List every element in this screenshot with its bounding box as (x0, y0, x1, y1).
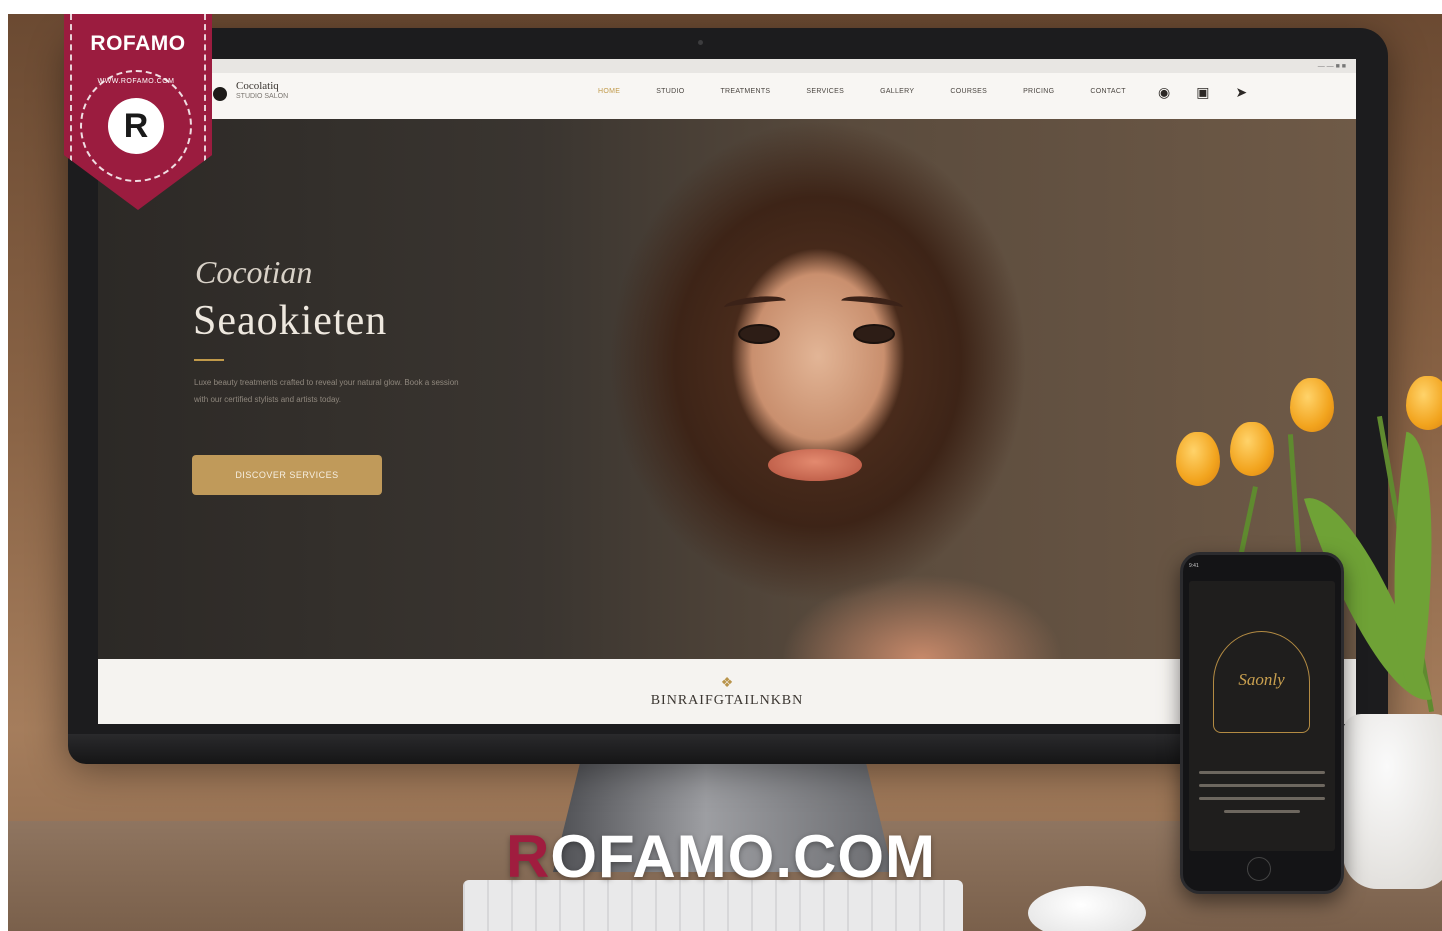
hero-section: Cocotian Seaokieten Luxe beauty treatmen… (98, 119, 1356, 659)
site-logo-icon[interactable] (213, 87, 227, 101)
watermark-text: ROFAMO.COM (0, 822, 1442, 891)
phone-logo-text: Saonly (1238, 670, 1285, 689)
portrait-eye-right (853, 324, 895, 344)
site-logo-subtitle: STUDIO SALON (236, 93, 289, 100)
watermark-r-logo: R (506, 823, 551, 890)
site-nav-menu: HOME STUDIO TREATMENTS SERVICES GALLERY … (598, 88, 1126, 95)
nav-item-courses[interactable]: COURSES (950, 88, 987, 95)
portrait-eye-left (738, 324, 780, 344)
phone-status-bar: 9:41 (1189, 563, 1199, 569)
hero-description: Luxe beauty treatments crafted to reveal… (194, 378, 459, 404)
calendar-icon[interactable]: ▣ (1196, 84, 1209, 101)
footer-brand-text: BINRAIFGTAILNKBN (650, 692, 804, 708)
monitor-camera (698, 40, 703, 45)
site-nav-icons: ◉ ▣ ➤ (1158, 84, 1247, 101)
monitor-screen: ■ ■ ■ — — ■ ■ Cocolatiq STUDIO SALON HOM… (98, 59, 1356, 724)
site-footer-band: ❖ BINRAIFGTAILNKBN (98, 659, 1356, 724)
badge-seal-ring: WWW.ROFAMO.COM R (80, 70, 192, 182)
phone-logo-emblem: Saonly (1213, 631, 1310, 733)
tulip-flower (1230, 422, 1274, 476)
badge-brand-name: ROFAMO (90, 32, 186, 55)
badge-ring-text: WWW.ROFAMO.COM (97, 78, 175, 85)
hero-divider (194, 359, 224, 361)
nav-item-home[interactable]: HOME (598, 88, 620, 95)
nav-item-treatments[interactable]: TREATMENTS (720, 88, 770, 95)
nav-item-studio[interactable]: STUDIO (656, 88, 684, 95)
badge-r-logo-icon: R (108, 98, 164, 154)
browser-bar: ■ ■ ■ — — ■ ■ (98, 59, 1356, 73)
scene-background: ■ ■ ■ — — ■ ■ Cocolatiq STUDIO SALON HOM… (8, 14, 1442, 931)
tulip-flower (1176, 432, 1220, 486)
site-logo-title[interactable]: Cocolatiq (236, 81, 279, 92)
phone-screen: Saonly (1189, 581, 1335, 851)
nav-item-gallery[interactable]: GALLERY (880, 88, 914, 95)
hero-portrait-image (558, 119, 1078, 659)
portrait-brow-right (840, 293, 904, 315)
tulip-flower (1290, 378, 1334, 432)
nav-item-pricing[interactable]: PRICING (1023, 88, 1054, 95)
nav-item-services[interactable]: SERVICES (806, 88, 844, 95)
tulip-flower (1406, 376, 1442, 430)
mouse (1028, 886, 1146, 931)
ornament-icon: ❖ (720, 673, 734, 690)
nav-item-contact[interactable]: CONTACT (1090, 88, 1125, 95)
portrait-brow-left (723, 293, 787, 315)
hero-script-heading: Cocotian (195, 254, 313, 290)
portrait-lips (768, 449, 862, 481)
phone-text-line (1224, 810, 1300, 813)
phone-text-line (1199, 797, 1325, 800)
watermark-domain: OFAMO.COM (550, 823, 936, 890)
chat-icon[interactable]: ◉ (1158, 84, 1170, 101)
hero-title: Seaokieten (193, 298, 388, 344)
phone-text-lines (1199, 761, 1325, 823)
phone-text-line (1199, 784, 1325, 787)
site-navbar: Cocolatiq STUDIO SALON HOME STUDIO TREAT… (98, 73, 1356, 119)
browser-bar-right: — — ■ ■ (1317, 62, 1346, 70)
hero-cta-button[interactable]: DISCOVER SERVICES (192, 455, 382, 495)
phone-text-line (1199, 771, 1325, 774)
share-icon[interactable]: ➤ (1235, 84, 1247, 101)
